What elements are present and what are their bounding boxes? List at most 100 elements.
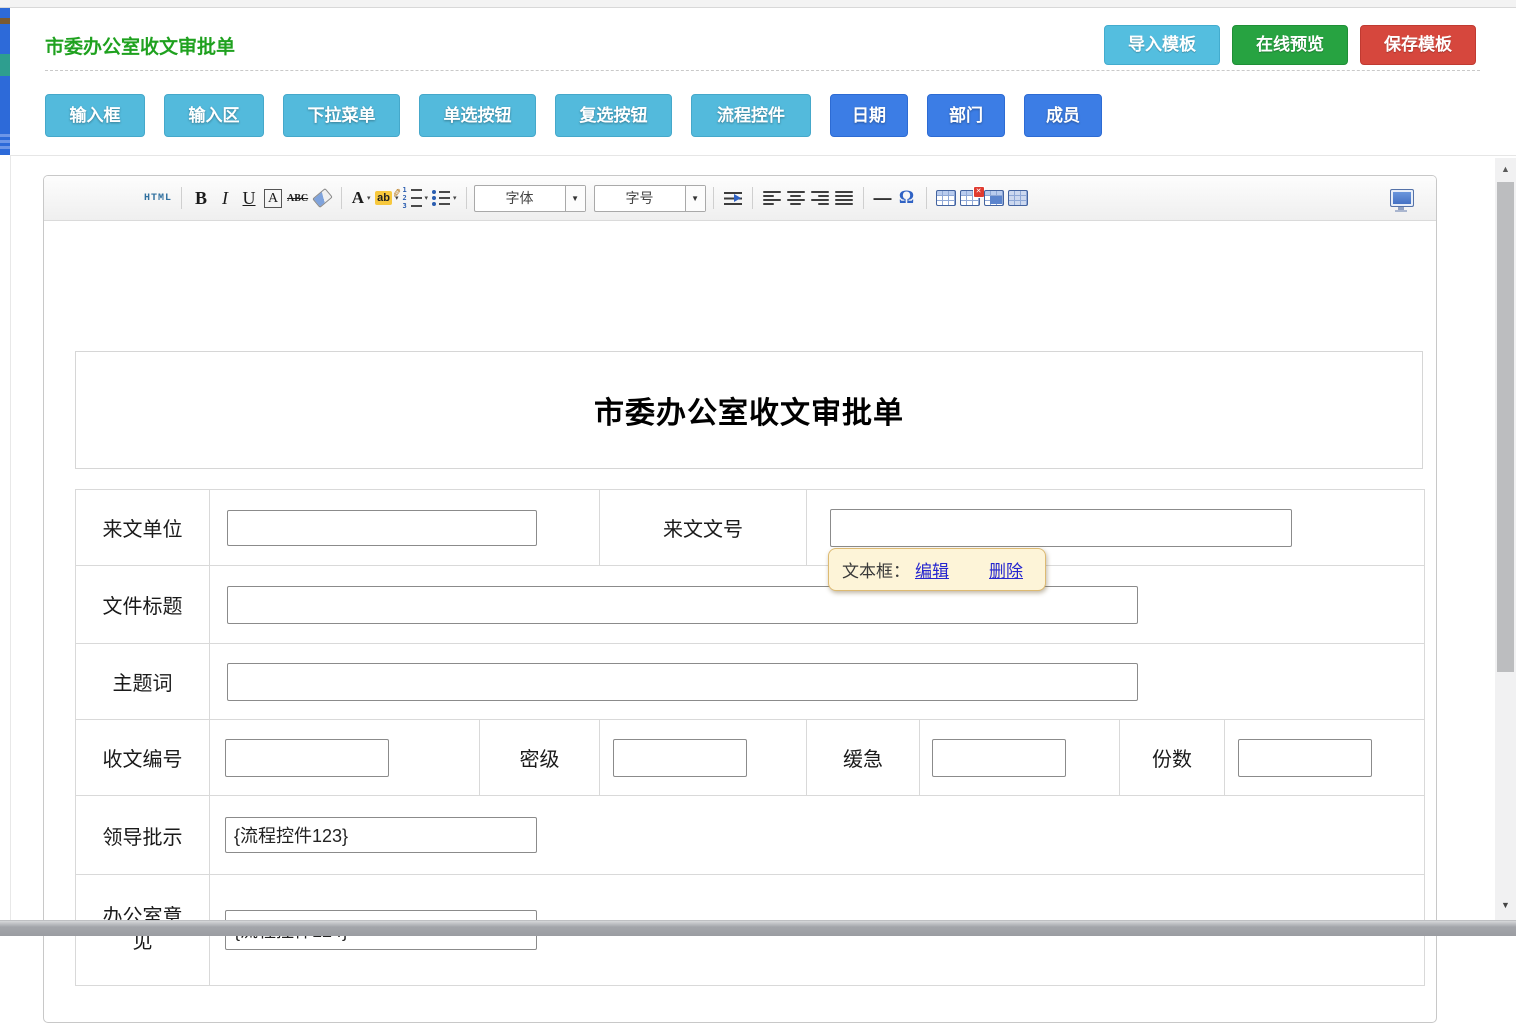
toolbar-separator xyxy=(466,187,467,209)
label-copies: 份数 xyxy=(1119,720,1224,795)
scroll-up-icon[interactable]: ▲ xyxy=(1495,160,1516,178)
underline-button[interactable]: U xyxy=(239,184,259,212)
horizontal-scrollbar[interactable] xyxy=(0,920,1516,936)
fullscreen-icon[interactable] xyxy=(1390,189,1414,207)
add-textarea-button[interactable]: 输入区 xyxy=(164,94,264,137)
table-cell-props-icon xyxy=(984,190,1004,206)
copies-input[interactable] xyxy=(1238,739,1372,777)
textbox-tooltip: 文本框： 编辑 删除 xyxy=(828,548,1046,591)
format-block-button[interactable]: A xyxy=(263,184,283,212)
scroll-down-icon[interactable]: ▼ xyxy=(1495,896,1516,914)
header: 市委办公室收文审批单 导入模板 在线预览 保存模板 输入框 输入区 下拉菜单 单… xyxy=(10,8,1516,156)
chevron-down-icon[interactable]: ▼ xyxy=(565,186,585,211)
toolbar-separator xyxy=(926,187,927,209)
edge-fragment xyxy=(0,134,10,152)
chevron-down-icon[interactable]: ▼ xyxy=(685,186,705,211)
align-center-icon xyxy=(787,191,805,205)
document-title-box[interactable]: 市委办公室收文审批单 xyxy=(75,351,1423,469)
import-template-button[interactable]: 导入模板 xyxy=(1104,25,1220,65)
add-dropdown-button[interactable]: 下拉菜单 xyxy=(283,94,400,137)
insert-table-icon xyxy=(936,190,956,206)
cell-urgency xyxy=(919,720,1119,795)
align-justify-button[interactable] xyxy=(834,184,854,212)
scrollbar-thumb[interactable] xyxy=(1497,182,1514,672)
table-props-button[interactable] xyxy=(1008,184,1028,212)
bold-button[interactable]: B xyxy=(191,184,211,212)
insert-table-button[interactable] xyxy=(936,184,956,212)
delete-link[interactable]: 删除 xyxy=(989,557,1023,582)
toolbar-separator xyxy=(713,187,714,209)
toolbar-separator xyxy=(341,187,342,209)
cell-incoming-unit xyxy=(209,490,599,565)
cell-document-title xyxy=(209,566,1424,643)
vertical-scrollbar[interactable]: ▲ ▼ xyxy=(1495,158,1516,920)
incoming-unit-input[interactable] xyxy=(227,510,537,546)
document-title-input[interactable] xyxy=(227,586,1138,624)
cell-leader-instructions xyxy=(209,796,1424,874)
add-flow-control-button[interactable]: 流程控件 xyxy=(691,94,811,137)
highlight-color-button[interactable]: ab ▾ xyxy=(375,184,398,212)
align-right-button[interactable] xyxy=(810,184,830,212)
remove-format-button[interactable] xyxy=(312,184,332,212)
urgency-input[interactable] xyxy=(932,739,1066,777)
receipt-number-input[interactable] xyxy=(225,739,389,777)
edge-fragment xyxy=(0,18,10,24)
dashed-divider xyxy=(45,70,1480,71)
font-color-button[interactable]: A ▾ xyxy=(351,184,371,212)
indent-button[interactable] xyxy=(723,184,743,212)
font-size-select[interactable]: 字号 ▼ xyxy=(594,185,706,212)
chevron-down-icon: ▾ xyxy=(425,195,429,202)
add-member-button[interactable]: 成员 xyxy=(1024,94,1102,137)
label-receipt-number: 收文编号 xyxy=(76,720,209,795)
rich-text-editor: HTML B I U A ABC A ▾ ab ▾ ▾ xyxy=(43,175,1437,1023)
add-department-button[interactable]: 部门 xyxy=(927,94,1005,137)
strikethrough-button[interactable]: ABC xyxy=(287,184,308,212)
add-input-box-button[interactable]: 输入框 xyxy=(45,94,145,137)
save-template-button[interactable]: 保存模板 xyxy=(1360,25,1476,65)
toolbar-separator xyxy=(181,187,182,209)
incoming-number-input[interactable] xyxy=(830,509,1292,547)
align-left-button[interactable] xyxy=(762,184,782,212)
add-checkbox-button[interactable]: 复选按钮 xyxy=(555,94,672,137)
align-center-button[interactable] xyxy=(786,184,806,212)
label-secret-level: 密级 xyxy=(479,720,599,795)
header-actions: 导入模板 在线预览 保存模板 xyxy=(1104,25,1476,65)
leader-instructions-input[interactable] xyxy=(225,817,537,853)
indent-icon xyxy=(724,192,742,205)
component-buttons: 输入框 输入区 下拉菜单 单选按钮 复选按钮 流程控件 日期 部门 成员 xyxy=(45,94,1102,137)
delete-table-button[interactable] xyxy=(960,184,980,212)
special-char-button[interactable]: Ω xyxy=(897,184,917,212)
subject-words-input[interactable] xyxy=(227,663,1138,701)
label-incoming-number: 来文文号 xyxy=(599,490,806,565)
html-source-button[interactable]: HTML xyxy=(144,184,172,212)
cell-secret-level xyxy=(599,720,806,795)
table-row: 领导批示 xyxy=(76,795,1424,874)
boxed-a-icon: A xyxy=(264,189,282,208)
table-props-icon xyxy=(1008,190,1028,206)
italic-button[interactable]: I xyxy=(215,184,235,212)
window-top-edge xyxy=(0,0,1516,8)
table-row: 文件标题 xyxy=(76,565,1424,643)
edit-link[interactable]: 编辑 xyxy=(915,557,949,582)
online-preview-button[interactable]: 在线预览 xyxy=(1232,25,1348,65)
label-document-title: 文件标题 xyxy=(76,566,209,643)
highlight-icon: ab xyxy=(375,191,392,205)
table-row: 主题词 xyxy=(76,643,1424,719)
bullet-list-button[interactable]: ▾ xyxy=(432,184,457,212)
horizontal-rule-button[interactable]: — xyxy=(873,184,893,212)
table-cell-props-button[interactable] xyxy=(984,184,1004,212)
label-incoming-unit: 来文单位 xyxy=(76,490,209,565)
window-left-edge xyxy=(0,8,10,155)
page-title: 市委办公室收文审批单 xyxy=(45,32,235,59)
font-family-select[interactable]: 字体 ▼ xyxy=(474,185,586,212)
cell-subject-words xyxy=(209,644,1424,719)
align-right-icon xyxy=(811,191,829,205)
content-left-border xyxy=(10,155,11,920)
cell-receipt-number xyxy=(209,720,479,795)
secret-level-input[interactable] xyxy=(613,739,747,777)
add-radio-button[interactable]: 单选按钮 xyxy=(419,94,536,137)
add-date-button[interactable]: 日期 xyxy=(830,94,908,137)
table-row: 来文单位 来文文号 xyxy=(76,490,1424,565)
ordered-list-button[interactable]: ▾ xyxy=(403,184,429,212)
align-justify-icon xyxy=(835,191,853,205)
